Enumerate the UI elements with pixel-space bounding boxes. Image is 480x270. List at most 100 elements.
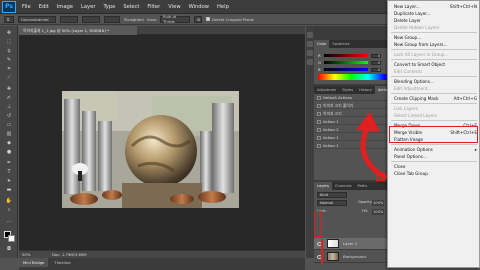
menu-new-group[interactable]: New Group... — [388, 34, 480, 41]
red-slider[interactable]: R 0 — [318, 53, 381, 58]
quick-mask-icon[interactable]: ◘ — [4, 246, 14, 253]
menu-item-label: New Group from Layers... — [394, 42, 448, 47]
menu-new-layer[interactable]: New Layer... Shift+Ctrl+N — [388, 3, 480, 10]
menu-item-label: Duplicate Layer... — [394, 11, 431, 16]
crop-tool-icon[interactable]: ⌗ — [4, 15, 14, 23]
menu-new-group-from-layers[interactable]: New Group from Layers... — [388, 41, 480, 48]
move-tool-icon[interactable]: ✥ — [4, 30, 14, 37]
menu-layer[interactable]: Layer — [81, 4, 95, 10]
gear-icon[interactable]: ⚙ — [193, 15, 202, 23]
tab-color[interactable]: Color — [314, 40, 330, 48]
gradient-tool-icon[interactable]: ▥ — [4, 131, 14, 138]
blend-mode-select[interactable]: Normal — [317, 200, 347, 206]
document-tab[interactable]: 이미지출처 1_1.jpg @ 50% (Layer 1, RGB/8#) * — [19, 26, 137, 35]
fill-value[interactable]: 100% — [372, 209, 384, 215]
straighten-button[interactable]: Straighten — [124, 17, 144, 22]
healing-tool-icon[interactable]: ✚ — [4, 86, 14, 93]
green-slider[interactable]: G 0 — [318, 60, 381, 65]
tab-timeline[interactable]: Timeline — [50, 258, 74, 267]
tab-layers[interactable]: Layers — [314, 182, 332, 190]
menu-item-label: Edit Adjustment... — [394, 86, 432, 91]
green-value[interactable]: 0 — [371, 60, 381, 65]
red-value[interactable]: 0 — [371, 53, 381, 58]
ratio-height-input[interactable] — [82, 15, 100, 23]
brush-tool-icon[interactable]: ✍ — [4, 95, 14, 102]
green-label: G — [318, 60, 321, 65]
more-tools-icon[interactable]: … — [4, 218, 14, 225]
blue-track[interactable] — [324, 68, 368, 71]
menu-link-layers: Link Layers — [388, 105, 480, 112]
tab-history[interactable]: History — [356, 86, 375, 94]
menu-edit-adjustment: Edit Adjustment... — [388, 85, 480, 92]
menu-close[interactable]: Close — [388, 163, 480, 170]
menu-duplicate-layer[interactable]: Duplicate Layer... — [388, 10, 480, 17]
menu-create-clipping-mask[interactable]: Create Clipping Mask Alt+Ctrl+G — [388, 95, 480, 102]
menu-file[interactable]: File — [22, 4, 31, 10]
menu-panel-options[interactable]: Panel Options... — [388, 153, 480, 160]
tab-paths[interactable]: Paths — [355, 182, 371, 190]
menu-type[interactable]: Type — [103, 4, 115, 10]
zoom-level[interactable]: 50% — [22, 252, 44, 257]
eyedropper-tool-icon[interactable]: ⟋ — [4, 75, 14, 82]
history-brush-tool-icon[interactable]: ↺ — [4, 113, 14, 120]
menu-close-tab-group[interactable]: Close Tab Group — [388, 170, 480, 177]
eraser-tool-icon[interactable]: ▭ — [4, 122, 14, 129]
background-color-swatch[interactable] — [8, 235, 15, 242]
menu-image[interactable]: Image — [57, 4, 73, 10]
properties-icon[interactable] — [307, 41, 313, 47]
layer-filter-select[interactable]: Kind — [317, 192, 347, 198]
shape-tool-icon[interactable]: ▬ — [4, 187, 14, 194]
collapsed-panel-strip — [306, 26, 314, 258]
type-tool-icon[interactable]: T — [4, 169, 14, 176]
menu-convert-smart-object[interactable]: Convert to Smart Object — [388, 61, 480, 68]
menu-animation-options[interactable]: Animation Options ▸ — [388, 146, 480, 153]
path-select-tool-icon[interactable]: ➤ — [4, 178, 14, 185]
tab-swatches[interactable]: Swatches — [329, 40, 352, 48]
dodge-tool-icon[interactable]: ● — [4, 149, 14, 156]
menu-item-label: Lock All Layers in Group... — [394, 52, 449, 57]
pen-tool-icon[interactable]: ✒ — [4, 160, 14, 167]
tab-channels[interactable]: Channels — [332, 182, 355, 190]
menu-select[interactable]: Select — [123, 4, 139, 10]
menu-window[interactable]: Window — [189, 4, 209, 10]
blue-slider[interactable]: B 0 — [318, 67, 381, 72]
menu-separator — [391, 161, 477, 162]
delete-cropped-checkbox[interactable] — [205, 17, 210, 21]
red-track[interactable] — [324, 54, 368, 57]
ratio-width-input[interactable] — [60, 15, 78, 23]
ratio-select[interactable]: Unconstrained — [18, 15, 56, 23]
canvas-image[interactable] — [62, 91, 239, 208]
stamp-tool-icon[interactable]: ⊥ — [4, 104, 14, 111]
marquee-tool-icon[interactable]: ⬚ — [4, 39, 14, 46]
quick-select-tool-icon[interactable]: ✎ — [4, 57, 14, 64]
menu-blending-options[interactable]: Blending Options... — [388, 78, 480, 85]
blue-value[interactable]: 0 — [371, 67, 381, 72]
zoom-tool-icon[interactable]: ⌕ — [4, 207, 14, 214]
character-icon[interactable] — [307, 50, 313, 56]
menu-view[interactable]: View — [168, 4, 180, 10]
blur-tool-icon[interactable]: ◆ — [4, 140, 14, 147]
menu-delete-layer[interactable]: Delete Layer — [388, 17, 480, 24]
document-tabs: 이미지출처 1_1.jpg @ 50% (Layer 1, RGB/8#) * — [19, 26, 305, 35]
hand-tool-icon[interactable]: ✋ — [4, 198, 14, 205]
doc-size[interactable]: Doc: 1.79M/3.69M — [52, 252, 87, 257]
green-track[interactable] — [324, 61, 368, 64]
tab-mini-bridge[interactable]: Mini Bridge — [19, 258, 49, 267]
crop-tool-icon[interactable]: ⌗ — [4, 66, 14, 73]
menu-edit[interactable]: Edit — [39, 4, 49, 10]
tab-adjustments[interactable]: Adjustmen — [314, 86, 339, 94]
menu-help[interactable]: Help — [217, 4, 229, 10]
paragraph-icon[interactable] — [307, 59, 313, 65]
menu-filter[interactable]: Filter — [147, 4, 160, 10]
view-select[interactable]: Rule of Thirds — [159, 14, 190, 24]
canvas-area[interactable] — [19, 35, 305, 250]
action-label: 이미지 크기 — [323, 111, 342, 116]
opacity-value[interactable]: 100% — [372, 200, 384, 206]
menu-separator — [391, 76, 477, 77]
lasso-tool-icon[interactable]: ϙ — [4, 48, 14, 55]
menu-separator — [391, 120, 477, 121]
menu-separator — [391, 59, 477, 60]
clear-button[interactable] — [104, 15, 120, 23]
tab-styles[interactable]: Styles — [339, 86, 356, 94]
history-icon[interactable] — [307, 32, 313, 38]
